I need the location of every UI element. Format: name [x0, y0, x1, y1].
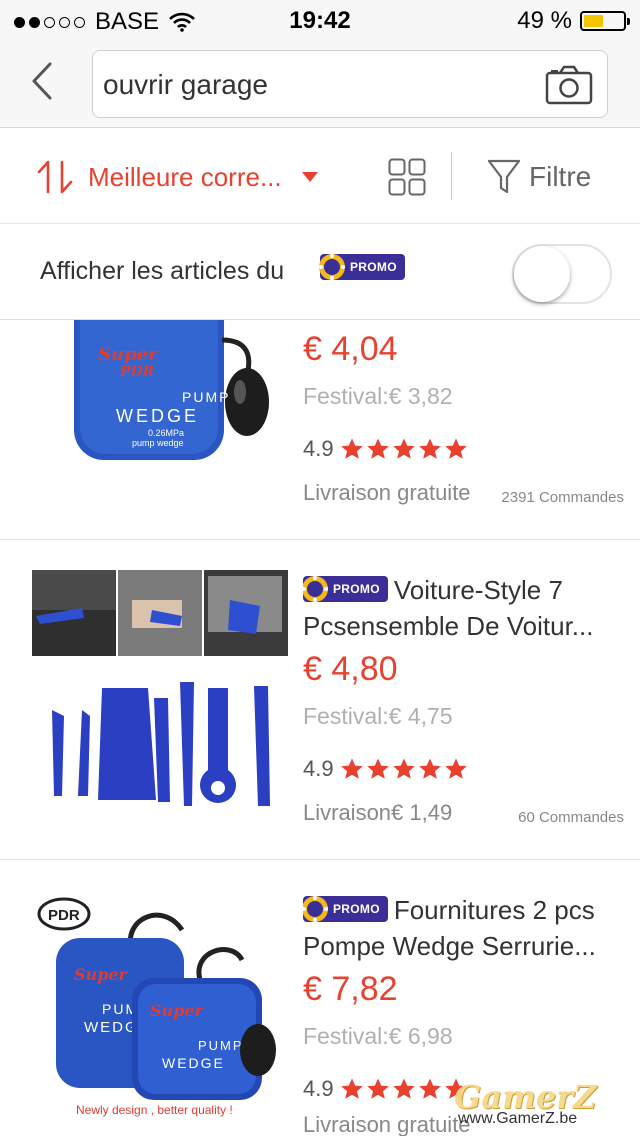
- shipping-info: Livraison€ 1,49: [303, 800, 453, 825]
- product-image: PDR Super PUMP WEDGE Super PUMP WEDGE Ne…: [32, 890, 288, 1136]
- product-price: € 4,80: [303, 650, 398, 688]
- back-chevron-icon[interactable]: [24, 58, 64, 104]
- toggle-knob: [514, 246, 570, 302]
- filter-label: Filtre: [529, 161, 592, 192]
- svg-text:WEDGE: WEDGE: [116, 406, 199, 426]
- svg-text:PDR: PDR: [119, 364, 154, 380]
- promo-toggle-switch[interactable]: [512, 244, 612, 304]
- festival-price: Festival:€ 3,82: [303, 383, 453, 409]
- status-bar: BASE 19:42 49 %: [0, 0, 640, 40]
- rating-value: 4.9: [303, 756, 334, 781]
- promo-burst-icon: [319, 254, 345, 280]
- brand-logo-text: Super: [98, 344, 159, 365]
- pump-wedge-image: PDR Super PUMP WEDGE Super PUMP WEDGE Ne…: [37, 897, 276, 1117]
- star-icon: [418, 758, 441, 779]
- star-icon: [444, 758, 467, 779]
- app-screen: BASE 19:42 49 % ouvrir garage Meilleure …: [0, 0, 640, 1136]
- star-icon: [340, 758, 363, 779]
- divider: [451, 152, 452, 200]
- search-query: ouvrir garage: [103, 69, 268, 100]
- trim-tools-image: [32, 570, 288, 806]
- star-icon: [418, 1078, 441, 1099]
- product-image: [32, 570, 288, 830]
- caret-down-icon: [301, 172, 318, 182]
- grid-view-icon[interactable]: [388, 158, 426, 196]
- product-card[interactable]: Super PDR PUMP WEDGE 0.26MPa pump wedge …: [0, 320, 640, 540]
- search-header: ouvrir garage: [0, 40, 640, 128]
- promo-filter-label: Afficher les articles du: [40, 257, 285, 285]
- search-input[interactable]: ouvrir garage: [92, 50, 608, 118]
- svg-text:PUMP: PUMP: [198, 1038, 244, 1053]
- star-icon: [392, 758, 415, 779]
- product-price: € 4,04: [303, 330, 398, 368]
- star-icon: [366, 438, 389, 459]
- watermark-url: www.GamerZ.be: [458, 1110, 578, 1127]
- battery-percent: 49 %: [517, 7, 572, 34]
- star-icon: [340, 1078, 363, 1099]
- rating-value: 4.9: [303, 436, 334, 461]
- svg-text:PUMP: PUMP: [182, 389, 230, 405]
- promo-burst-icon: [303, 896, 328, 923]
- rating-value: 4.9: [303, 1076, 334, 1101]
- battery-icon: [580, 11, 630, 31]
- product-info: € 4,04 Festival:€ 3,82 4.9 Livraison gra…: [303, 330, 624, 506]
- product-rating: 4.9: [303, 436, 624, 462]
- svg-text:0.26MPa: 0.26MPa: [148, 428, 184, 438]
- rating-stars: [340, 1077, 468, 1101]
- product-caption: Newly design , better quality !: [76, 1103, 233, 1117]
- product-rating: 4.9: [303, 756, 624, 782]
- festival-price: Festival:€ 4,75: [303, 703, 453, 729]
- svg-text:Super: Super: [74, 965, 129, 984]
- shipping-row: Livraison gratuite 2391 Commandes: [303, 480, 624, 506]
- order-count: 2391 Commandes: [501, 489, 624, 506]
- svg-text:pump wedge: pump wedge: [132, 438, 184, 448]
- svg-text:Super: Super: [150, 1001, 205, 1020]
- rating-stars: [340, 437, 468, 461]
- star-icon: [392, 438, 415, 459]
- promo-badge: PROMO: [303, 896, 388, 923]
- status-right: 49 %: [517, 7, 630, 35]
- star-icon: [366, 758, 389, 779]
- funnel-icon: [487, 159, 521, 194]
- product-title: PROMO Voiture-Style 7: [303, 572, 624, 608]
- svg-text:WEDGE: WEDGE: [162, 1055, 225, 1071]
- shipping-info: Livraison gratuite: [303, 1112, 471, 1136]
- promo-badge: PROMO: [319, 254, 405, 280]
- sort-label: Meilleure corre...: [88, 161, 282, 192]
- product-card[interactable]: PROMO Voiture-Style 7 Pcsensemble De Voi…: [0, 540, 640, 860]
- product-title: PROMO Fournitures 2 pcs: [303, 892, 624, 928]
- product-image: Super PDR PUMP WEDGE 0.26MPa pump wedge: [32, 320, 288, 500]
- product-price: € 7,82: [303, 970, 398, 1008]
- product-info: PROMO Voiture-Style 7 Pcsensemble De Voi…: [303, 572, 624, 826]
- pump-wedge-image: Super PDR PUMP WEDGE 0.26MPa pump wedge: [74, 320, 269, 460]
- sort-dropdown[interactable]: Meilleure corre...: [36, 158, 318, 196]
- camera-icon[interactable]: [545, 65, 593, 105]
- filter-button[interactable]: Filtre: [487, 158, 591, 196]
- star-icon: [392, 1078, 415, 1099]
- rating-stars: [340, 757, 468, 781]
- product-title-line2: Pompe Wedge Serrurie...: [303, 931, 596, 961]
- product-title-line2: Pcsensemble De Voitur...: [303, 611, 594, 641]
- shipping-info: Livraison gratuite: [303, 480, 471, 505]
- svg-text:PDR: PDR: [48, 907, 80, 924]
- star-icon: [366, 1078, 389, 1099]
- promo-filter-row: Afficher les articles du PROMO: [0, 224, 640, 320]
- star-icon: [418, 438, 441, 459]
- order-count: 60 Commandes: [518, 809, 624, 826]
- festival-price: Festival:€ 6,98: [303, 1023, 453, 1049]
- promo-badge: PROMO: [303, 576, 388, 603]
- star-icon: [340, 438, 363, 459]
- sort-filter-bar: Meilleure corre... Filtre: [0, 128, 640, 224]
- shipping-row: Livraison€ 1,49 60 Commandes: [303, 800, 624, 826]
- promo-burst-icon: [303, 576, 328, 603]
- sort-arrows-icon: [37, 160, 73, 194]
- star-icon: [444, 438, 467, 459]
